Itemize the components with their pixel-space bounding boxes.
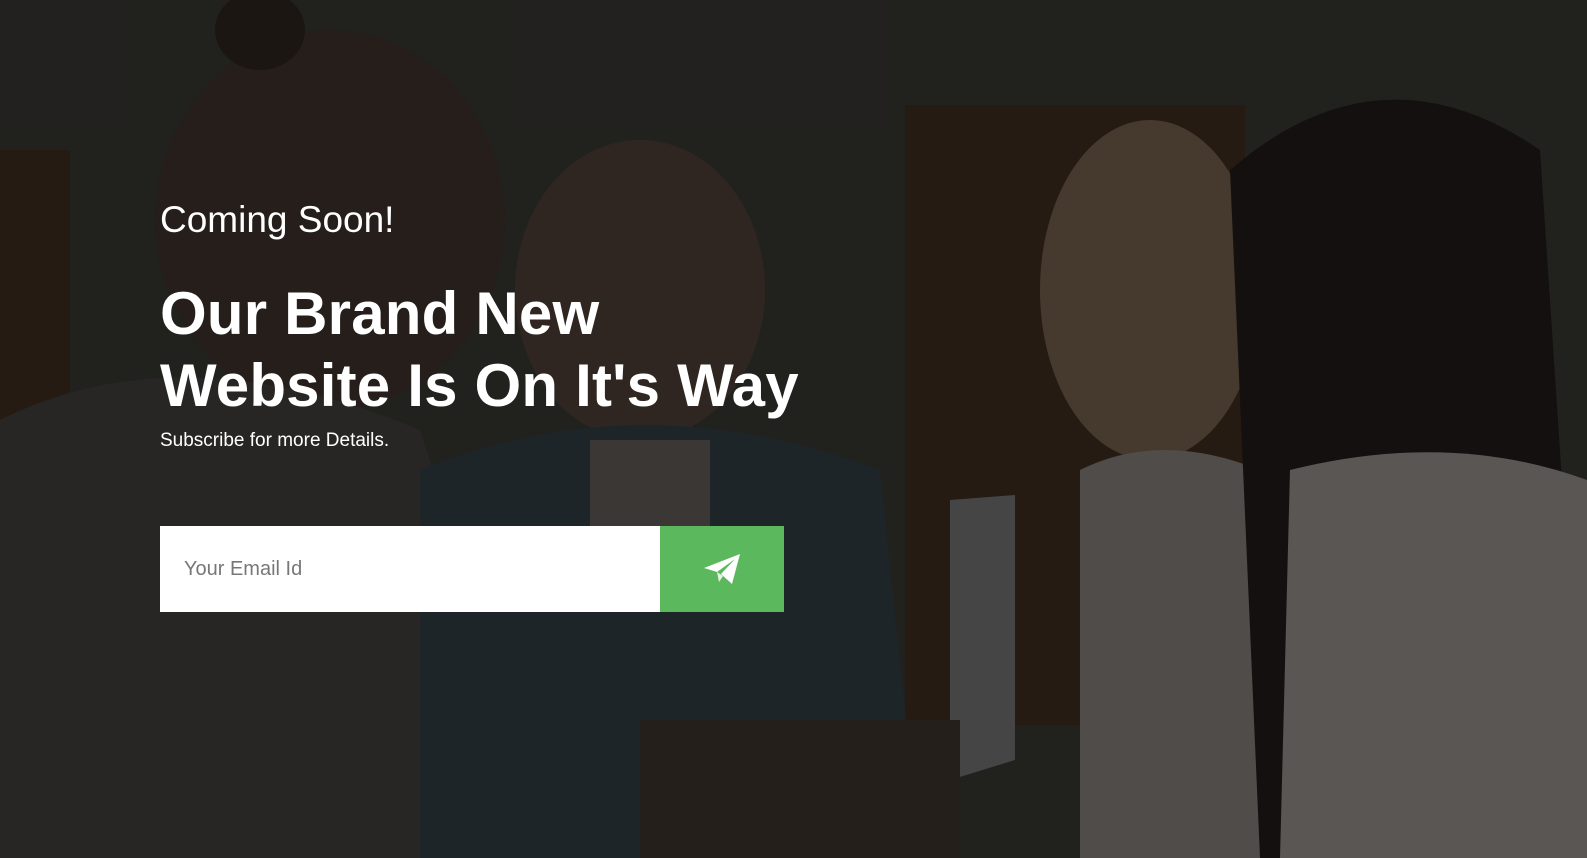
hero-content: Coming Soon! Our Brand New Website Is On… xyxy=(160,196,920,454)
submit-button[interactable] xyxy=(660,526,784,612)
subscribe-form xyxy=(160,526,784,612)
headline-line-1: Our Brand New xyxy=(160,280,600,347)
page-title: Our Brand New Website Is On It's Way xyxy=(160,278,920,422)
email-input[interactable] xyxy=(160,526,660,612)
coming-soon-label: Coming Soon! xyxy=(160,199,395,240)
paper-plane-icon xyxy=(704,554,740,584)
subscribe-subtitle: Subscribe for more Details. xyxy=(160,430,390,451)
headline-line-2: Website Is On It's Way xyxy=(160,352,799,419)
hero-section: Coming Soon! Our Brand New Website Is On… xyxy=(0,0,1587,858)
